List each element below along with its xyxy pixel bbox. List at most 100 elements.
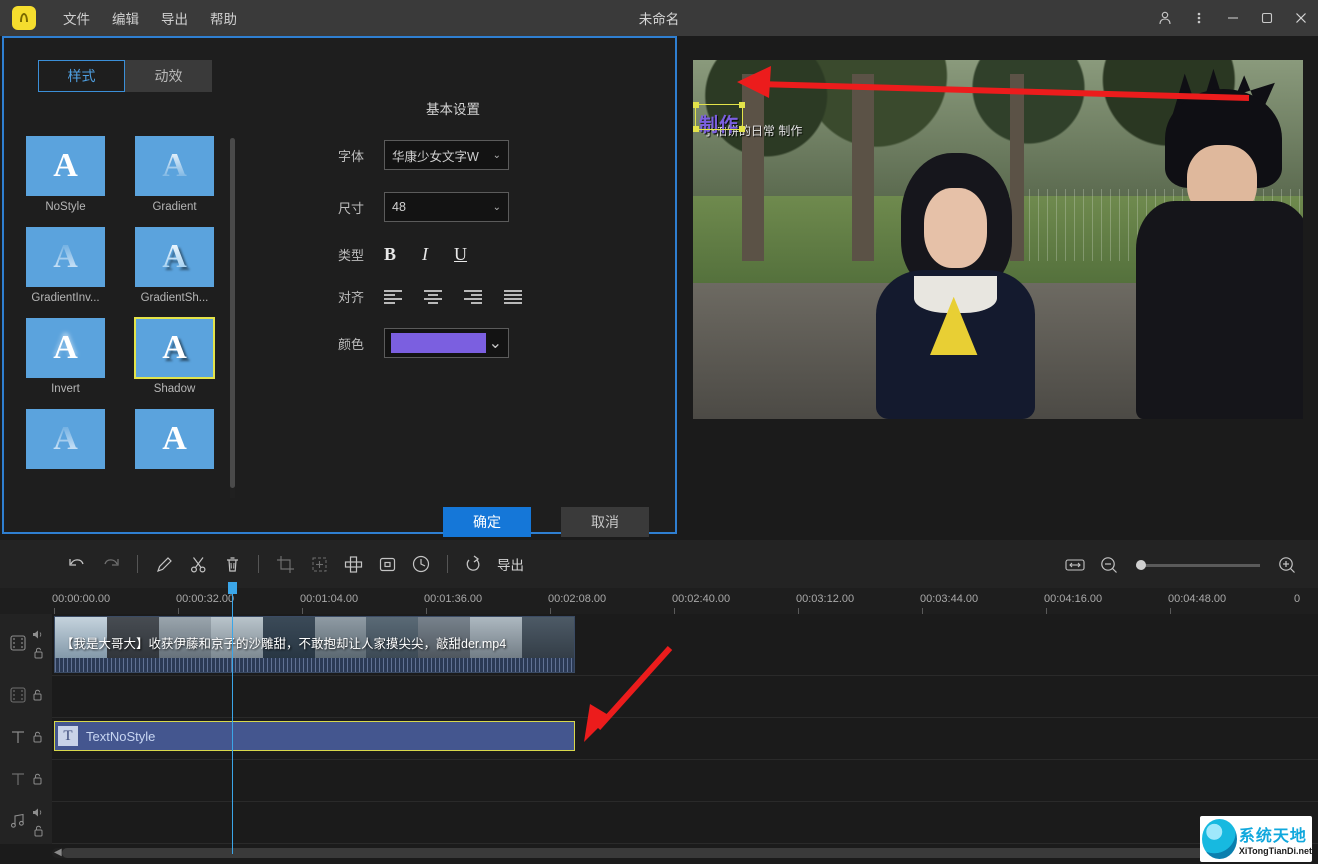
ruler-label: 00:04:16.00 <box>1044 593 1102 605</box>
toolbar-divider <box>258 555 259 573</box>
style-thumb: A <box>135 227 214 287</box>
bold-button[interactable]: B <box>384 244 396 265</box>
italic-button[interactable]: I <box>422 244 428 265</box>
audio-waveform <box>55 658 574 672</box>
menu-file[interactable]: 文件 <box>52 4 101 32</box>
maximize-icon[interactable] <box>1250 0 1284 36</box>
minimize-icon[interactable] <box>1216 0 1250 36</box>
color-label: 颜色 <box>304 334 384 353</box>
style-preset-item-selected[interactable]: A Shadow <box>135 318 214 395</box>
lock-icon[interactable] <box>33 646 44 664</box>
style-preset-item[interactable]: A GradientSh... <box>135 227 214 304</box>
style-glyph: A <box>162 420 187 458</box>
font-value: 华康少女文字W <box>392 146 479 165</box>
track-header-audio[interactable] <box>0 802 52 844</box>
account-icon[interactable] <box>1148 0 1182 36</box>
style-glyph: A <box>162 238 187 276</box>
style-label: NoStyle <box>26 201 105 213</box>
lock-icon[interactable] <box>33 824 44 842</box>
lock-icon[interactable] <box>32 688 43 706</box>
zoom-in-icon[interactable] <box>1270 548 1304 582</box>
align-center-icon[interactable] <box>424 290 442 304</box>
menu-help[interactable]: 帮助 <box>199 4 248 32</box>
export-button-label[interactable]: 导出 <box>497 554 524 574</box>
transform-icon[interactable] <box>302 547 336 581</box>
track-header-video-2[interactable] <box>0 676 52 718</box>
tab-animation[interactable]: 动效 <box>125 60 212 92</box>
music-icon <box>8 811 28 836</box>
close-icon[interactable] <box>1284 0 1318 36</box>
style-preset-item[interactable]: A <box>26 409 105 474</box>
timeline-ruler[interactable]: 00:00:00.00 00:00:32.00 00:01:04.00 00:0… <box>0 588 1318 614</box>
align-right-icon[interactable] <box>464 290 482 304</box>
lock-icon[interactable] <box>32 772 43 790</box>
style-label: Gradient <box>135 201 214 213</box>
app-logo-icon <box>12 6 36 30</box>
video-preview[interactable]: 小柏饼的日常 制作 制作 <box>693 60 1303 419</box>
style-list-scrollbar[interactable] <box>230 138 235 498</box>
trash-icon[interactable] <box>215 547 249 581</box>
style-preset-item[interactable]: A Gradient <box>135 136 214 213</box>
watermark-cn-text: 系统天地 <box>1239 822 1312 846</box>
speaker-icon[interactable] <box>32 805 45 823</box>
menu-edit[interactable]: 编辑 <box>101 4 150 32</box>
ruler-label: 0 <box>1294 593 1300 605</box>
speaker-icon[interactable] <box>32 627 45 645</box>
undo-icon[interactable] <box>60 547 94 581</box>
type-row: 类型 B I U <box>304 244 674 265</box>
menu-export[interactable]: 导出 <box>150 4 199 32</box>
text-clip[interactable]: T TextNoStyle <box>54 721 575 751</box>
scissors-icon[interactable] <box>181 547 215 581</box>
confirm-button[interactable]: 确定 <box>443 507 531 537</box>
settings-title: 基本设置 <box>426 98 674 118</box>
color-select[interactable]: ⌄ <box>384 328 509 358</box>
zoom-out-icon[interactable] <box>1092 548 1126 582</box>
more-options-icon[interactable] <box>1182 0 1216 36</box>
style-preset-item[interactable]: A GradientInv... <box>26 227 105 304</box>
style-thumb: A <box>26 136 105 196</box>
timeline-horizontal-scrollbar[interactable]: ◀ ▶ <box>52 848 1302 858</box>
track-header-video-1[interactable] <box>0 614 52 676</box>
style-thumb: A <box>135 409 214 469</box>
cancel-button[interactable]: 取消 <box>561 507 649 537</box>
style-glyph: A <box>162 147 187 185</box>
speed-clock-icon[interactable] <box>404 547 438 581</box>
ruler-label: 00:03:44.00 <box>920 593 978 605</box>
style-glyph: A <box>53 329 78 367</box>
dialog-buttons: 确定 取消 <box>443 507 649 537</box>
playhead[interactable] <box>232 592 233 854</box>
size-row: 尺寸 48 ⌄ <box>304 192 674 222</box>
align-left-icon[interactable] <box>384 290 402 304</box>
size-value: 48 <box>392 200 406 214</box>
size-label: 尺寸 <box>304 198 384 217</box>
crop-icon[interactable] <box>268 547 302 581</box>
lock-icon[interactable] <box>32 730 43 748</box>
text-selection-frame[interactable] <box>695 104 743 130</box>
pip-icon[interactable] <box>370 547 404 581</box>
style-preset-item[interactable]: A <box>135 409 214 474</box>
fit-width-icon[interactable] <box>1058 548 1092 582</box>
text-icon <box>8 769 28 794</box>
mosaic-icon[interactable] <box>336 547 370 581</box>
style-preset-item[interactable]: A NoStyle <box>26 136 105 213</box>
color-swatch <box>391 333 486 353</box>
ruler-label: 00:04:48.00 <box>1168 593 1226 605</box>
align-label: 对齐 <box>304 287 384 306</box>
timeline-zoom-slider[interactable] <box>1136 564 1260 567</box>
align-justify-icon[interactable] <box>504 290 522 304</box>
style-preset-list[interactable]: A NoStyle A Gradient A GradientInv... A … <box>26 136 231 501</box>
dialog-tabs: 样式 动效 <box>38 60 212 92</box>
font-select[interactable]: 华康少女文字W ⌄ <box>384 140 509 170</box>
size-select[interactable]: 48 ⌄ <box>384 192 509 222</box>
export-share-icon[interactable] <box>457 547 491 581</box>
video-clip[interactable]: 【我是大哥大】收获伊藤和京子的沙雕甜，不敢抱却让人家摸尖尖，敲甜der.mp4 <box>54 616 575 673</box>
track-header-text-1[interactable] <box>0 718 52 760</box>
underline-button[interactable]: U <box>454 244 467 265</box>
redo-icon[interactable] <box>94 547 128 581</box>
pencil-icon[interactable] <box>147 547 181 581</box>
tab-style[interactable]: 样式 <box>38 60 125 92</box>
preview-subject-girl <box>876 153 1035 419</box>
style-preset-item[interactable]: A Invert <box>26 318 105 395</box>
window-controls <box>1148 0 1318 36</box>
track-header-text-2[interactable] <box>0 760 52 802</box>
